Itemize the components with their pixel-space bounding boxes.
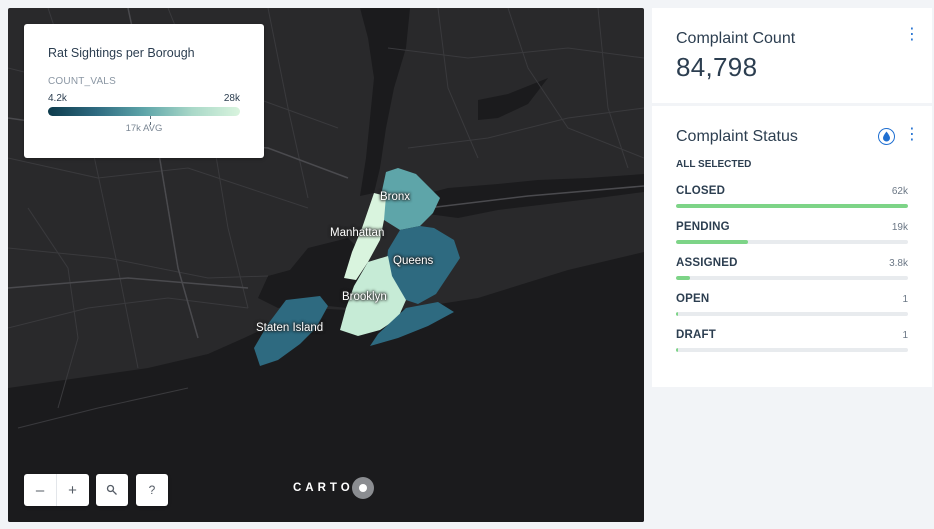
legend-avg-label: 17k AVG — [125, 123, 163, 134]
zoom-out-button[interactable]: – — [24, 474, 56, 506]
category-row[interactable]: ASSIGNED 3.8k — [676, 257, 908, 280]
category-row[interactable]: OPEN 1 — [676, 293, 908, 316]
map-legend: Rat Sightings per Borough COUNT_VALS 4.2… — [24, 24, 264, 158]
legend-range: 4.2k 28k — [48, 93, 240, 104]
more-vertical-icon[interactable]: ⋮ — [904, 127, 920, 144]
help-control: ? — [136, 474, 168, 506]
category-bar-fill — [676, 276, 690, 280]
category-name: OPEN — [676, 293, 710, 305]
category-row[interactable]: PENDING 19k — [676, 221, 908, 244]
legend-title: Rat Sightings per Borough — [48, 46, 195, 60]
complaint-status-widget: Complaint Status ⋮ ALL SELECTED CLOSED 6… — [652, 106, 932, 387]
category-name: ASSIGNED — [676, 257, 738, 269]
search-button[interactable] — [96, 474, 128, 506]
search-control — [96, 474, 128, 506]
widget-title: Complaint Count — [676, 30, 796, 47]
help-button[interactable]: ? — [136, 474, 168, 506]
category-row[interactable]: CLOSED 62k — [676, 185, 908, 208]
zoom-controls: – + — [24, 474, 89, 506]
drop-icon[interactable] — [878, 128, 895, 145]
category-value: 3.8k — [889, 258, 908, 269]
legend-min-label: 4.2k — [48, 93, 67, 104]
widget-title: Complaint Status — [676, 128, 798, 145]
map-label-bronx: Bronx — [380, 191, 411, 203]
category-value: 62k — [891, 186, 908, 197]
zoom-in-button[interactable]: + — [56, 474, 88, 506]
category-bar-track — [676, 312, 908, 316]
legend-avg-marker — [150, 116, 151, 125]
legend-field-name: COUNT_VALS — [48, 76, 116, 87]
category-value: 1 — [902, 294, 908, 305]
selection-label: ALL SELECTED — [676, 159, 752, 170]
category-bar-track — [676, 204, 908, 208]
legend-color-ramp — [48, 107, 240, 125]
category-name: PENDING — [676, 221, 730, 233]
category-bar-track — [676, 348, 908, 352]
category-bar-track — [676, 276, 908, 280]
search-icon — [106, 484, 117, 495]
category-bar-fill — [676, 240, 748, 244]
map-label-manhattan: Manhattan — [330, 227, 385, 239]
carto-logo-text: CARTO — [293, 482, 354, 494]
category-bar-fill — [676, 348, 679, 352]
map-view[interactable]: Rat Sightings per Borough COUNT_VALS 4.2… — [8, 8, 644, 522]
category-bar-fill — [676, 312, 679, 316]
category-value: 19k — [891, 222, 908, 233]
category-value: 1 — [902, 330, 908, 341]
carto-logo[interactable]: CARTO — [293, 477, 374, 499]
legend-max-label: 28k — [223, 93, 240, 104]
carto-logo-dot-icon — [351, 477, 374, 499]
complaint-count-widget: Complaint Count ⋮ 84,798 — [652, 8, 932, 103]
category-name: DRAFT — [676, 329, 716, 341]
complaint-count-value: 84,798 — [676, 52, 758, 82]
app-root: Rat Sightings per Borough COUNT_VALS 4.2… — [0, 0, 934, 529]
category-bar-fill — [676, 204, 908, 208]
category-row[interactable]: DRAFT 1 — [676, 329, 908, 352]
map-label-staten-island: Staten Island — [256, 322, 324, 334]
more-vertical-icon[interactable]: ⋮ — [904, 27, 920, 44]
map-label-brooklyn: Brooklyn — [342, 291, 387, 303]
category-name: CLOSED — [676, 185, 726, 197]
map-label-queens: Queens — [393, 255, 434, 267]
category-bar-track — [676, 240, 908, 244]
